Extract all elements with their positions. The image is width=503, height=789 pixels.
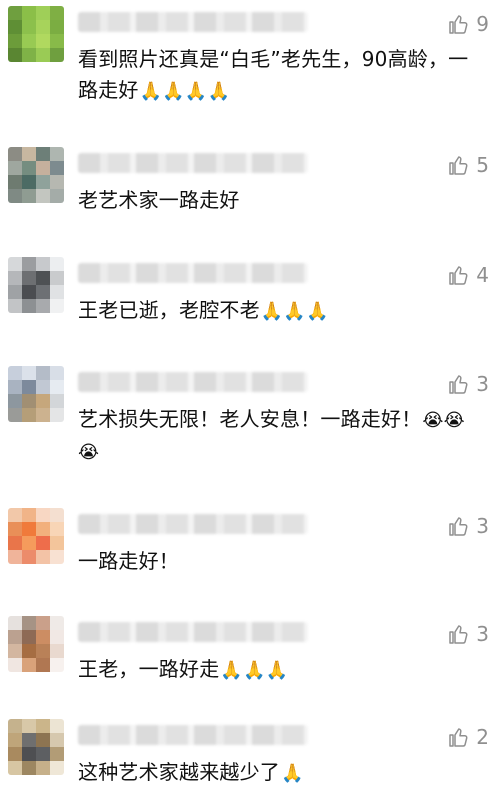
avatar[interactable]	[8, 719, 64, 775]
avatar[interactable]	[8, 508, 64, 564]
thumbs-up-icon	[449, 375, 468, 394]
username-blurred[interactable]	[78, 725, 308, 745]
like-button[interactable]: 3	[446, 372, 489, 396]
like-count: 2	[476, 725, 489, 749]
comment-list: 9 看到照片还真是“白毛”老先生，90高龄，一路走好🙏🙏🙏🙏 5 老艺术家一路走…	[0, 0, 503, 785]
username-blurred[interactable]	[78, 12, 308, 32]
avatar[interactable]	[8, 257, 64, 313]
like-button[interactable]: 9	[446, 12, 489, 36]
comment-item: 3 艺术损失无限！老人安息！一路走好！😭😭😭	[0, 362, 503, 474]
like-count: 9	[476, 12, 489, 36]
comment-item: 5 老艺术家一路走好	[0, 143, 503, 225]
like-count: 3	[476, 622, 489, 646]
avatar[interactable]	[8, 616, 64, 672]
like-count: 3	[476, 514, 489, 538]
username-blurred[interactable]	[78, 263, 308, 283]
like-count: 3	[476, 372, 489, 396]
thumbs-up-icon	[449, 156, 468, 175]
thumbs-up-icon	[449, 15, 468, 34]
username-blurred[interactable]	[78, 514, 308, 534]
like-button[interactable]: 4	[446, 263, 489, 287]
emoji: 🙏🙏🙏🙏	[139, 81, 231, 102]
comment-item: 9 看到照片还真是“白毛”老先生，90高龄，一路走好🙏🙏🙏🙏	[0, 2, 503, 114]
emoji: 🙏	[281, 763, 304, 784]
comment-item: 3 王老，一路好走🙏🙏🙏	[0, 612, 503, 694]
comment-text: 王老已逝，老腔不老🙏🙏🙏	[78, 298, 329, 322]
emoji: 🙏🙏🙏	[260, 301, 329, 322]
avatar[interactable]	[8, 147, 64, 203]
like-count: 4	[476, 263, 489, 287]
comment-text: 王老，一路好走🙏🙏🙏	[78, 657, 289, 681]
thumbs-up-icon	[449, 266, 468, 285]
thumbs-up-icon	[449, 517, 468, 536]
thumbs-up-icon	[449, 625, 468, 644]
thumbs-up-icon	[449, 728, 468, 747]
comment-item: 3 一路走好！	[0, 504, 503, 586]
emoji: 🙏🙏🙏	[220, 660, 289, 681]
comment-text: 看到照片还真是“白毛”老先生，90高龄，一路走好🙏🙏🙏🙏	[78, 47, 469, 102]
like-count: 5	[476, 153, 489, 177]
comment-text: 一路走好！	[78, 549, 179, 573]
comment-text: 艺术损失无限！老人安息！一路走好！😭😭😭	[78, 407, 465, 463]
comment-item: 2 这种艺术家越来越少了🙏	[0, 715, 503, 785]
comment-item: 4 王老已逝，老腔不老🙏🙏🙏	[0, 253, 503, 345]
like-button[interactable]: 5	[446, 153, 489, 177]
avatar[interactable]	[8, 366, 64, 422]
username-blurred[interactable]	[78, 372, 308, 392]
username-blurred[interactable]	[78, 153, 308, 173]
comment-text: 这种艺术家越来越少了🙏	[78, 760, 304, 784]
like-button[interactable]: 3	[446, 514, 489, 538]
username-blurred[interactable]	[78, 622, 308, 642]
like-button[interactable]: 2	[446, 725, 489, 749]
like-button[interactable]: 3	[446, 622, 489, 646]
comment-text: 老艺术家一路走好	[78, 188, 240, 212]
avatar[interactable]	[8, 6, 64, 62]
